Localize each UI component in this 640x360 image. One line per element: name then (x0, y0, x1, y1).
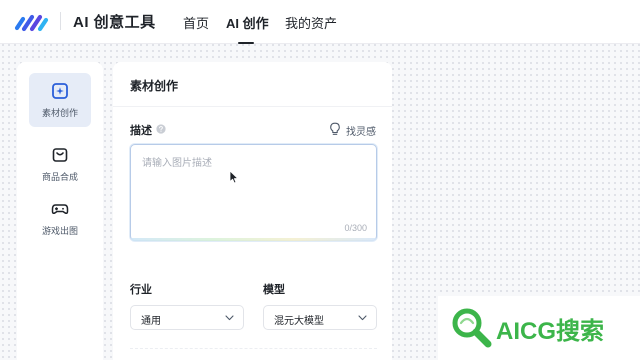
industry-select[interactable]: 通用 (130, 305, 244, 330)
panel-divider (113, 106, 392, 107)
sidebar-item-label: 游戏出图 (41, 226, 78, 236)
description-textarea[interactable]: 请输入图片描述 0/300 (130, 144, 377, 241)
model-label: 模型 (263, 284, 285, 296)
magnifier-logo-icon (452, 308, 492, 348)
brand-title: AI 创意工具 (73, 14, 156, 31)
top-bar: AI 创意工具 首页 AI 创作 我的资产 (0, 0, 640, 44)
creation-panel: 素材创作 描述 找灵感 请输入图片描述 0/300 行业 模型 通用 混元大模型 (113, 62, 392, 360)
chevron-down-icon (225, 315, 234, 321)
panel-title: 素材创作 (130, 79, 179, 93)
gamepad-icon (51, 204, 69, 215)
model-select-value: 混元大模型 (274, 316, 324, 327)
description-label: 描述 (130, 125, 152, 137)
header-divider (60, 12, 61, 30)
sidebar-item-game-image[interactable]: 游戏出图 (29, 191, 91, 245)
textarea-gradient-border (131, 238, 376, 241)
mouse-cursor-icon (229, 170, 238, 184)
nav-ai-create[interactable]: AI 创作 (226, 13, 269, 32)
watermark-text: AICG搜索 (496, 318, 604, 345)
lightbulb-icon (330, 122, 340, 135)
sidebar-item-material-create[interactable]: 素材创作 (29, 73, 91, 127)
chevron-down-icon (358, 315, 367, 321)
sidebar-item-label: 商品合成 (41, 172, 78, 182)
nav-my-assets[interactable]: 我的资产 (285, 13, 337, 32)
sidebar-item-product-compose[interactable]: 商品合成 (29, 137, 91, 191)
section-divider (130, 348, 377, 349)
shopping-bag-icon (52, 148, 68, 162)
description-placeholder: 请输入图片描述 (142, 158, 212, 169)
industry-label: 行业 (130, 284, 152, 296)
industry-select-value: 通用 (141, 316, 161, 327)
find-inspiration-label: 找灵感 (346, 127, 376, 138)
plus-square-icon (52, 83, 68, 99)
sidebar-item-label: 素材创作 (41, 108, 78, 118)
active-nav-indicator (238, 42, 254, 44)
app-logo-icon[interactable] (14, 10, 50, 32)
question-circle-icon[interactable] (156, 124, 166, 134)
sidebar: 素材创作 商品合成 游戏出图 (17, 62, 103, 360)
nav-home[interactable]: 首页 (183, 13, 209, 32)
model-select[interactable]: 混元大模型 (263, 305, 377, 330)
character-counter: 0/300 (344, 223, 367, 233)
